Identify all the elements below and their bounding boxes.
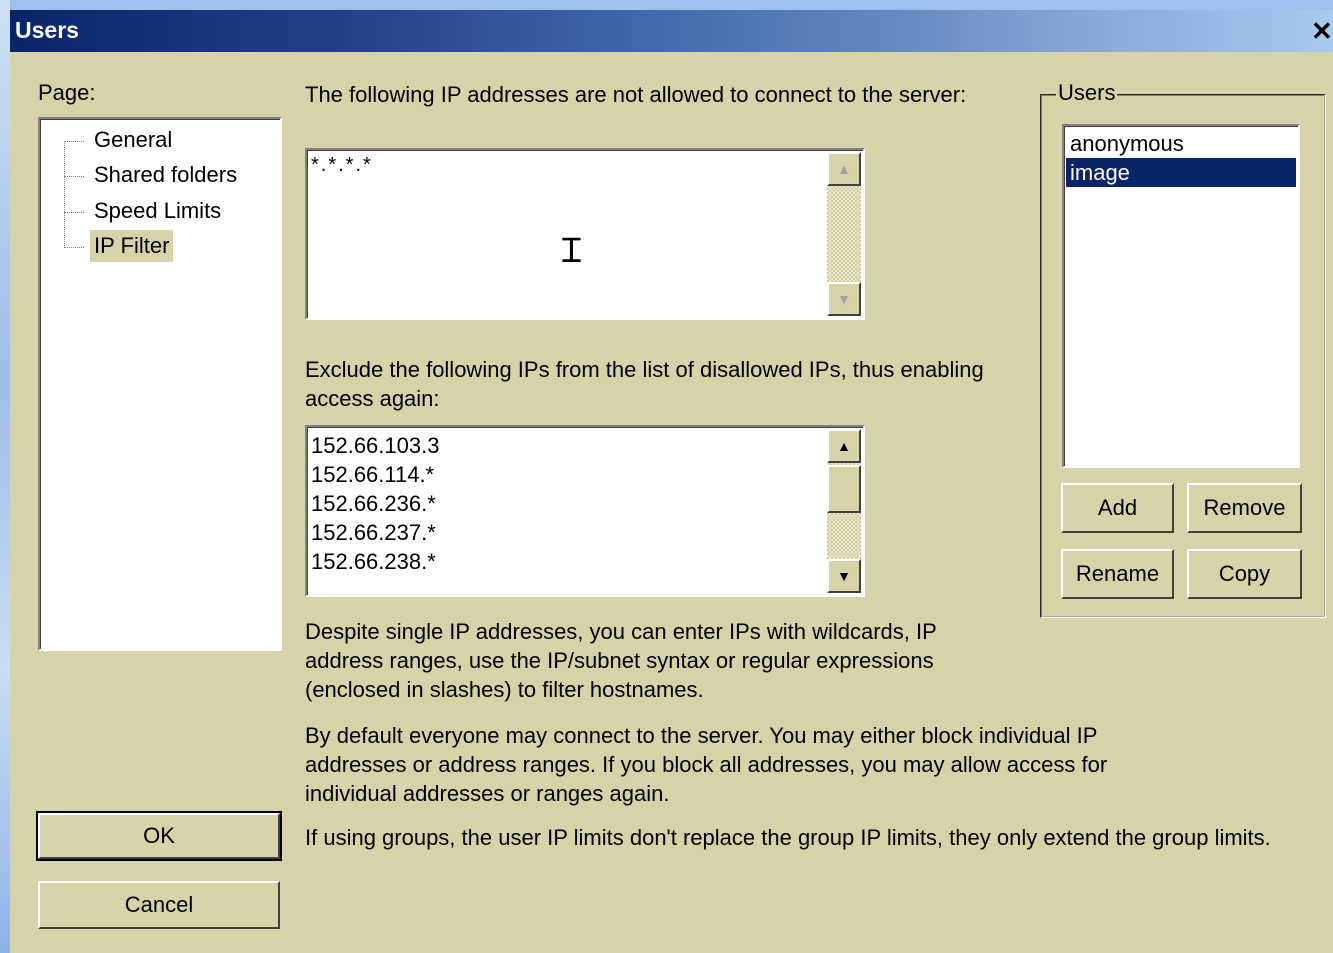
allowed-ips-textarea[interactable]: 152.66.103.3 152.66.114.* 152.66.236.* 1… bbox=[305, 425, 865, 597]
window-title: Users bbox=[15, 17, 79, 43]
arrow-up-icon[interactable]: ▲ bbox=[827, 429, 861, 463]
copy-user-button[interactable]: Copy bbox=[1187, 549, 1302, 599]
users-listbox[interactable]: anonymous image bbox=[1062, 124, 1300, 468]
tree-item-general[interactable]: General bbox=[90, 124, 176, 156]
tree-connector bbox=[64, 141, 84, 142]
users-group-title: Users bbox=[1056, 80, 1118, 106]
help-text-default: By default everyone may connect to the s… bbox=[305, 723, 1108, 806]
user-item-image[interactable]: image bbox=[1066, 158, 1296, 187]
tree-connector bbox=[64, 212, 84, 213]
disallowed-ips-textarea[interactable]: *.*.*.* Ɪ ▲ ▼ bbox=[305, 148, 865, 320]
user-item-anonymous[interactable]: anonymous bbox=[1066, 129, 1296, 158]
arrow-up-icon[interactable]: ▲ bbox=[827, 152, 861, 186]
tree-item-shared-folders[interactable]: Shared folders bbox=[90, 159, 241, 191]
allowed-ip-line: 152.66.237.* bbox=[311, 520, 436, 545]
ok-button[interactable]: OK bbox=[36, 811, 282, 861]
help-text-wildcards: Despite single IP addresses, you can ent… bbox=[305, 619, 937, 702]
cancel-button[interactable]: Cancel bbox=[38, 881, 280, 929]
disallowed-label: The following IP addresses are not allow… bbox=[305, 82, 967, 107]
help-text-groups: If using groups, the user IP limits don'… bbox=[305, 825, 1271, 850]
allowed-ip-line: 152.66.238.* bbox=[311, 549, 436, 574]
title-bar[interactable]: Users ✕ bbox=[10, 10, 1333, 52]
allowed-label: Exclude the following IPs from the list … bbox=[305, 357, 984, 411]
allowed-ip-line: 152.66.103.3 bbox=[311, 433, 440, 458]
disallowed-ip-value: *.*.*.* bbox=[311, 154, 373, 176]
allowed-ip-line: 152.66.114.* bbox=[311, 462, 435, 487]
tree-item-speed-limits[interactable]: Speed Limits bbox=[90, 195, 225, 227]
allowed-scrollbar[interactable]: ▲ ▼ bbox=[827, 429, 861, 593]
desktop-background bbox=[0, 0, 1333, 10]
ibeam-cursor-icon: Ɪ bbox=[562, 231, 581, 271]
users-dialog: Users ✕ Page: General Shared folders Spe… bbox=[10, 10, 1333, 953]
add-user-button[interactable]: Add bbox=[1061, 483, 1174, 533]
arrow-down-icon[interactable]: ▼ bbox=[827, 282, 861, 316]
close-icon[interactable]: ✕ bbox=[1311, 18, 1333, 44]
remove-user-button[interactable]: Remove bbox=[1187, 483, 1302, 533]
arrow-down-icon[interactable]: ▼ bbox=[827, 559, 861, 593]
page-label: Page: bbox=[38, 80, 96, 105]
tree-connector bbox=[64, 176, 84, 177]
scroll-thumb[interactable] bbox=[827, 465, 861, 513]
tree-connector bbox=[64, 247, 84, 248]
disallowed-scrollbar[interactable]: ▲ ▼ bbox=[827, 152, 861, 316]
allowed-ip-line: 152.66.236.* bbox=[311, 491, 436, 516]
rename-user-button[interactable]: Rename bbox=[1061, 549, 1174, 599]
allowed-ip-list: 152.66.103.3 152.66.114.* 152.66.236.* 1… bbox=[311, 431, 439, 576]
page-tree[interactable]: General Shared folders Speed Limits IP F… bbox=[38, 117, 282, 651]
tree-connector bbox=[64, 141, 65, 248]
desktop-background-left bbox=[0, 0, 10, 953]
tree-item-ip-filter[interactable]: IP Filter bbox=[90, 230, 174, 262]
